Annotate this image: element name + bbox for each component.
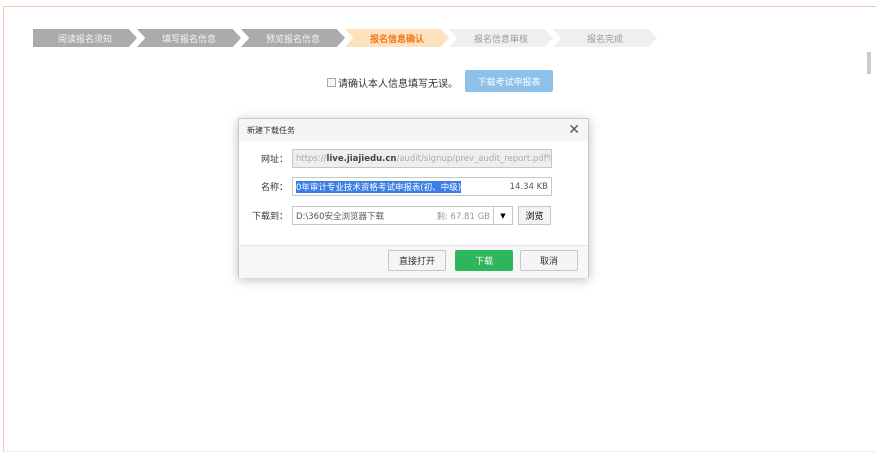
filename-input[interactable]: 0年审计专业技术资格考试申报表(初、中级) 14.34 KB: [292, 177, 552, 196]
url-prefix: https://: [296, 153, 327, 164]
url-field: https://live.jiajiedu.cn/audit/signup/pr…: [292, 149, 552, 168]
url-row: 网址： https://live.jiajiedu.cn/audit/signu…: [239, 149, 552, 168]
file-size: 14.34 KB: [509, 181, 548, 192]
url-domain: live.jiajiedu.cn: [326, 153, 397, 164]
step-confirm-info: 报名信息确认: [345, 29, 449, 47]
url-label: 网址：: [260, 155, 288, 165]
dropdown-arrow-icon[interactable]: ▼: [494, 206, 513, 225]
directory-value: D:\360安全浏览器下载: [296, 211, 384, 222]
name-row: 名称： 0年审计专业技术资格考试申报表(初、中级) 14.34 KB: [239, 177, 552, 196]
confirm-checkbox[interactable]: [327, 78, 336, 87]
download-button[interactable]: 下载: [455, 250, 513, 271]
close-icon[interactable]: ✕: [568, 122, 580, 138]
browse-button[interactable]: 浏览: [518, 206, 551, 225]
confirm-checkbox-row[interactable]: 请确认本人信息填写无误。: [327, 75, 458, 90]
free-space: 剩: 67.81 GB: [436, 211, 490, 222]
directory-input[interactable]: D:\360安全浏览器下载 剩: 67.81 GB: [292, 206, 494, 225]
progress-steps: 阅读报名须知 填写报名信息 预览报名信息 报名信息确认 报名信息审核 报名完成: [33, 29, 657, 47]
step-fill-info: 填写报名信息: [137, 29, 241, 47]
dialog-titlebar: 新建下载任务 ✕: [239, 119, 588, 141]
name-label: 名称：: [260, 183, 288, 193]
dialog-title: 新建下载任务: [247, 125, 295, 135]
step-read-notice: 阅读报名须知: [33, 29, 137, 47]
cancel-button[interactable]: 取消: [520, 250, 578, 271]
confirm-label: 请确认本人信息填写无误。: [338, 79, 458, 90]
dir-row: 下载到： D:\360安全浏览器下载 剩: 67.81 GB ▼ 浏览: [239, 206, 551, 225]
step-complete: 报名完成: [553, 29, 657, 47]
open-directly-button[interactable]: 直接打开: [388, 250, 446, 271]
url-path: /audit/signup/prev_audit_report.pdf%: [396, 153, 552, 164]
step-preview-info: 预览报名信息: [241, 29, 345, 47]
side-tab[interactable]: [867, 52, 871, 74]
download-dialog: 新建下载任务 ✕ 网址： https://live.jiajiedu.cn/au…: [238, 118, 589, 278]
download-form-button[interactable]: 下载考试申报表: [465, 70, 553, 92]
filename-value: 0年审计专业技术资格考试申报表(初、中级): [296, 180, 462, 193]
step-review: 报名信息审核: [449, 29, 553, 47]
dir-label: 下载到：: [251, 212, 288, 222]
